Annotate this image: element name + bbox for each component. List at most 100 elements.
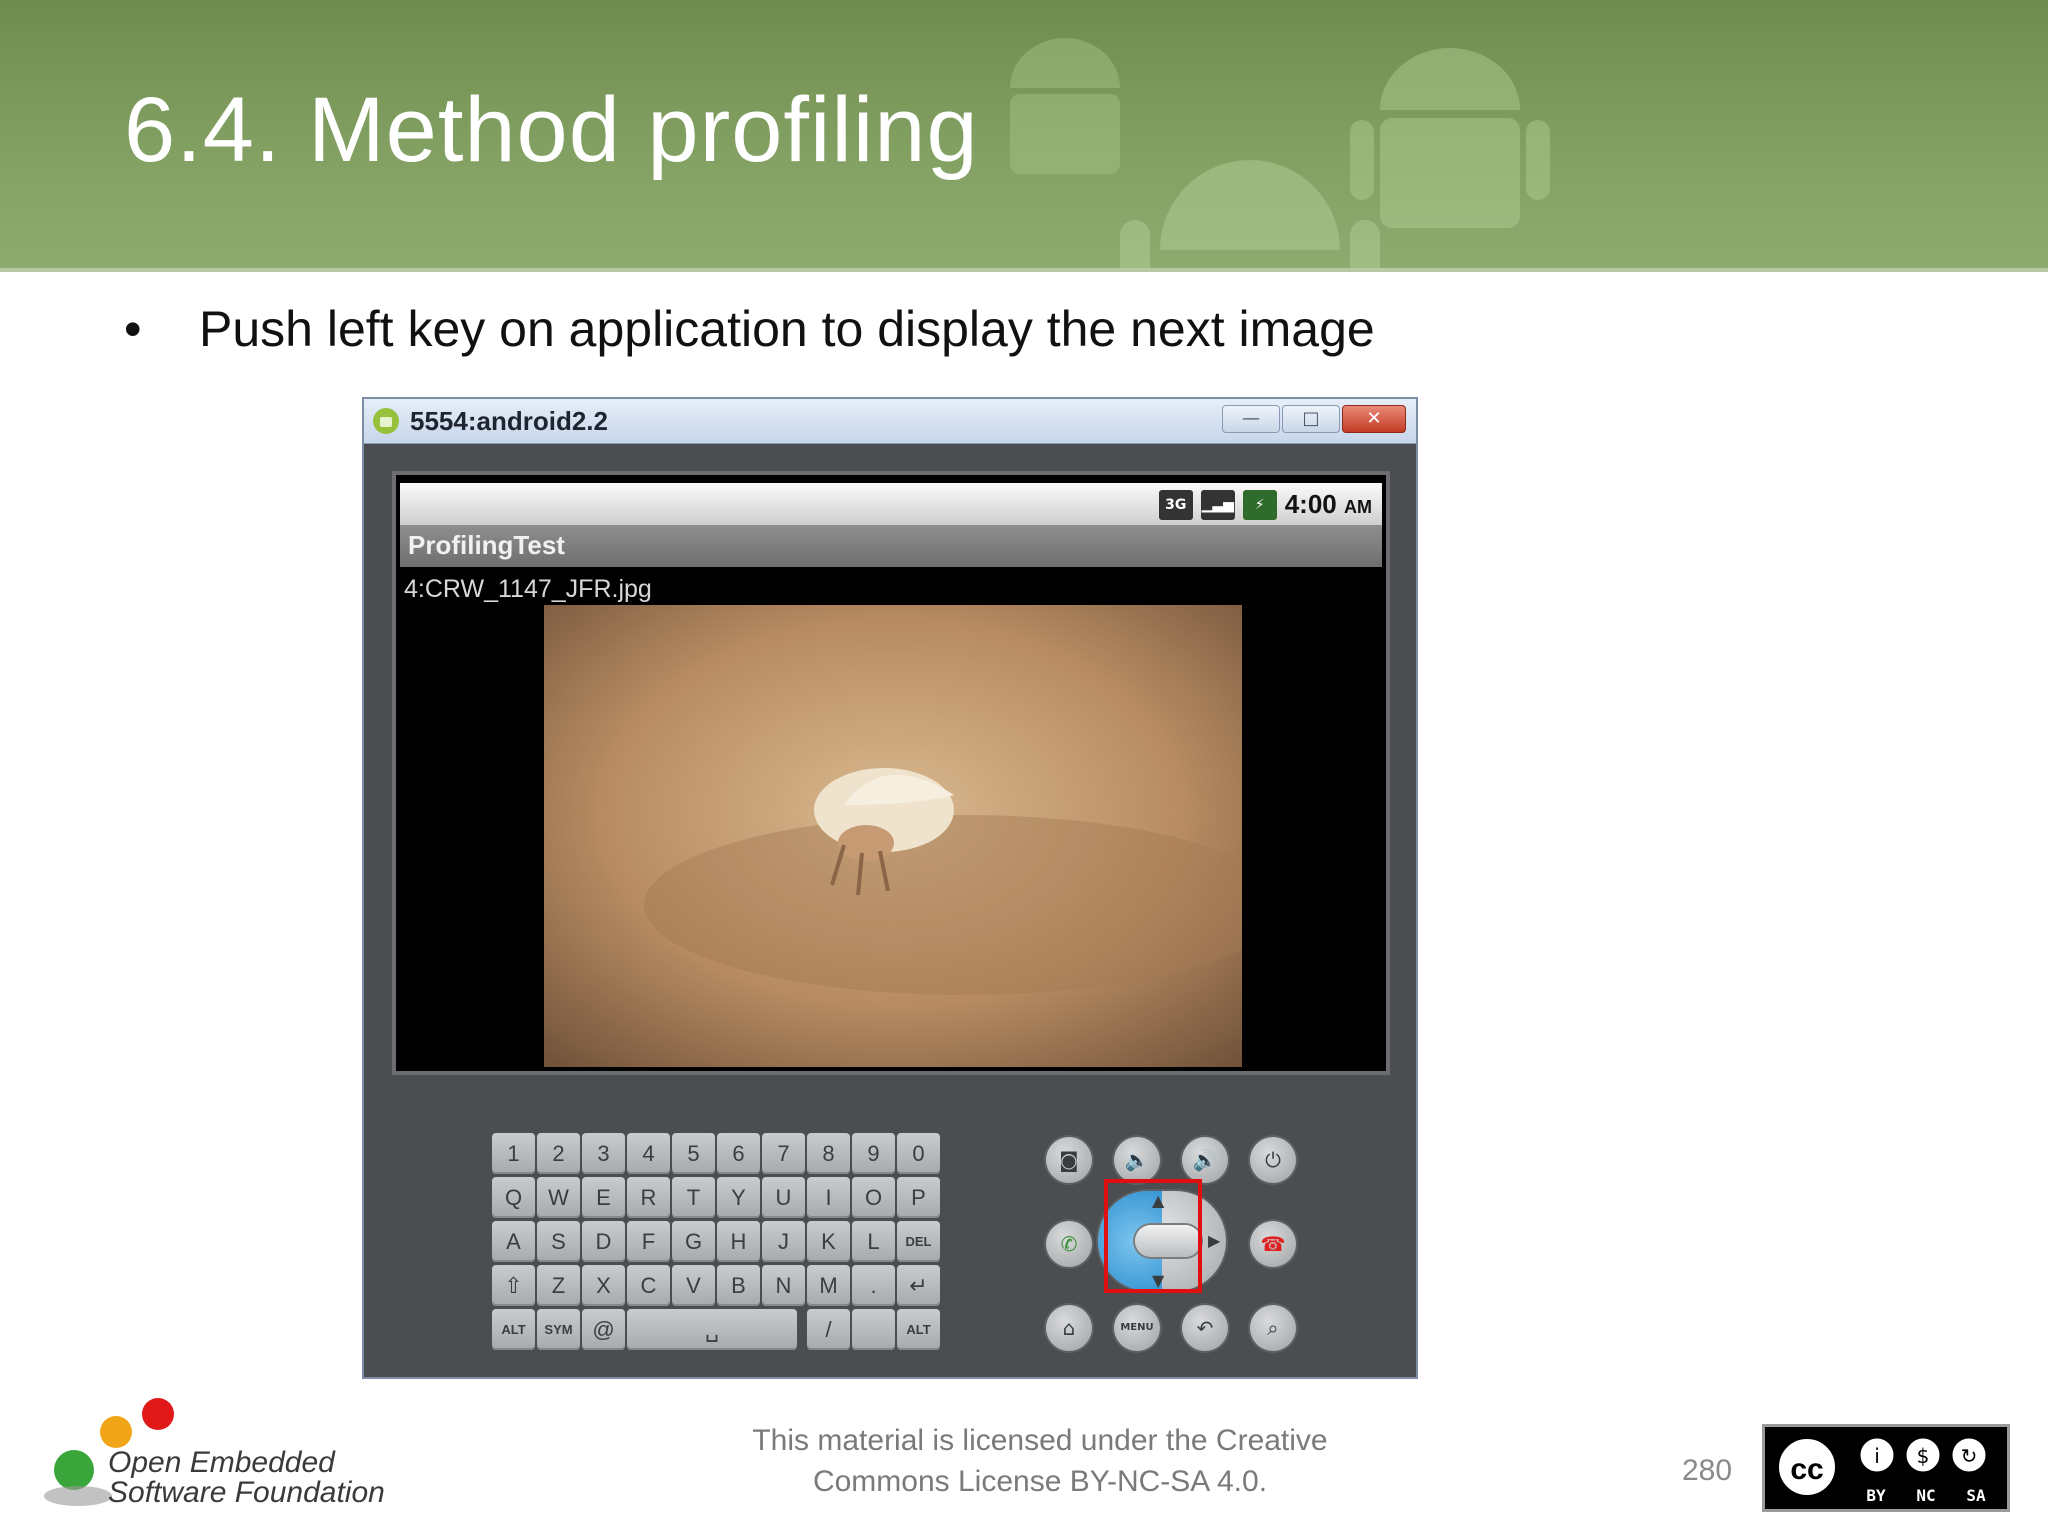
key[interactable]: ⇧ bbox=[492, 1265, 535, 1306]
android-robot-icon bbox=[1010, 38, 1120, 174]
key[interactable]: L bbox=[852, 1221, 895, 1262]
cc-sa-label: SA bbox=[1966, 1486, 1986, 1505]
emulator-controls: ◙ 🔈 🔊 ⏻ ✆ ▲ ▼ ▶ ☎ ⌂ MENU ↶ ⌕ bbox=[1032, 1129, 1352, 1359]
status-clock: 4:00 AM bbox=[1285, 489, 1372, 520]
android-robot-icon bbox=[1350, 48, 1550, 228]
header-banner: 6.4. Method profiling bbox=[0, 0, 2048, 272]
key-at[interactable]: @ bbox=[582, 1309, 625, 1350]
hang-up-icon: ☎ bbox=[1260, 1232, 1286, 1256]
key[interactable]: J bbox=[762, 1221, 805, 1262]
key[interactable]: A bbox=[492, 1221, 535, 1262]
phone-call-icon: ✆ bbox=[1060, 1232, 1078, 1256]
key-alt-right[interactable]: ALT bbox=[897, 1309, 940, 1350]
key[interactable]: 4 bbox=[627, 1133, 670, 1174]
key-slash[interactable]: / bbox=[807, 1309, 850, 1350]
svg-text:cc: cc bbox=[1790, 1453, 1823, 1486]
key[interactable]: P bbox=[897, 1177, 940, 1218]
back-button[interactable]: ↶ bbox=[1182, 1305, 1228, 1351]
cc-license-badge: cc i $ ↻ BY NC SA bbox=[1762, 1424, 2010, 1512]
key[interactable]: W bbox=[537, 1177, 580, 1218]
license-line-1: This material is licensed under the Crea… bbox=[752, 1424, 1328, 1457]
key-space[interactable] bbox=[852, 1309, 895, 1350]
device-screen[interactable]: 3G ▁▃▅ ⚡ 4:00 AM ProfilingTest 4:CRW_114… bbox=[392, 471, 1390, 1075]
page-number: 280 bbox=[1682, 1454, 1733, 1487]
app-name: ProfilingTest bbox=[408, 530, 565, 560]
key[interactable]: S bbox=[537, 1221, 580, 1262]
camera-icon: ◙ bbox=[1059, 1148, 1079, 1172]
oesf-logo-text: Open Embedded Software Foundation bbox=[108, 1448, 385, 1508]
search-button[interactable]: ⌕ bbox=[1250, 1305, 1296, 1351]
emulator-window: 5554:android2.2 — □ ✕ 3G ▁▃▅ ⚡ 4:00 AM P… bbox=[362, 397, 1418, 1379]
key[interactable]: Z bbox=[537, 1265, 580, 1306]
svg-text:$: $ bbox=[1917, 1444, 1930, 1468]
maximize-icon: □ bbox=[1302, 408, 1320, 429]
logo-line-1: Open Embedded bbox=[108, 1446, 335, 1479]
key[interactable]: 8 bbox=[807, 1133, 850, 1174]
network-3g-icon: 3G bbox=[1158, 489, 1193, 520]
cc-by-label: BY bbox=[1866, 1486, 1886, 1505]
key[interactable]: DEL bbox=[897, 1221, 940, 1262]
key[interactable]: 0 bbox=[897, 1133, 940, 1174]
key[interactable]: V bbox=[672, 1265, 715, 1306]
home-button[interactable]: ⌂ bbox=[1046, 1305, 1092, 1351]
window-titlebar[interactable]: 5554:android2.2 — □ ✕ bbox=[364, 399, 1416, 444]
bullet-dot: • bbox=[124, 301, 142, 357]
key-alt-left[interactable]: ALT bbox=[492, 1309, 535, 1350]
camera-button[interactable]: ◙ bbox=[1046, 1137, 1092, 1183]
key[interactable]: M bbox=[807, 1265, 850, 1306]
key[interactable]: N bbox=[762, 1265, 805, 1306]
clock-ampm: AM bbox=[1344, 497, 1372, 517]
key[interactable]: Y bbox=[717, 1177, 760, 1218]
key[interactable]: F bbox=[627, 1221, 670, 1262]
key[interactable]: I bbox=[807, 1177, 850, 1218]
search-icon: ⌕ bbox=[1267, 1316, 1279, 1340]
end-call-button[interactable]: ☎ bbox=[1250, 1221, 1296, 1267]
volume-down-icon: 🔈 bbox=[1124, 1148, 1150, 1172]
call-button[interactable]: ✆ bbox=[1046, 1221, 1092, 1267]
menu-button[interactable]: MENU bbox=[1114, 1305, 1160, 1351]
key[interactable]: 3 bbox=[582, 1133, 625, 1174]
dpad-right-arrow-icon[interactable]: ▶ bbox=[1208, 1231, 1220, 1250]
key[interactable]: E bbox=[582, 1177, 625, 1218]
volume-down-button[interactable]: 🔈 bbox=[1114, 1137, 1160, 1183]
key[interactable]: 7 bbox=[762, 1133, 805, 1174]
key[interactable]: D bbox=[582, 1221, 625, 1262]
bullet-text: Push left key on application to display … bbox=[199, 301, 1375, 357]
image-filename: 4:CRW_1147_JFR.jpg bbox=[404, 575, 652, 603]
key[interactable]: U bbox=[762, 1177, 805, 1218]
maximize-button[interactable]: □ bbox=[1282, 405, 1340, 433]
power-button[interactable]: ⏻ bbox=[1250, 1137, 1296, 1183]
close-button[interactable]: ✕ bbox=[1342, 405, 1406, 433]
key[interactable]: 6 bbox=[717, 1133, 760, 1174]
window-title: 5554:android2.2 bbox=[410, 406, 608, 436]
key[interactable]: K bbox=[807, 1221, 850, 1262]
cc-nc-label: NC bbox=[1916, 1486, 1936, 1505]
key[interactable]: . bbox=[852, 1265, 895, 1306]
key[interactable]: Q bbox=[492, 1177, 535, 1218]
key[interactable]: T bbox=[672, 1177, 715, 1218]
displayed-photo bbox=[544, 605, 1242, 1067]
key[interactable]: C bbox=[627, 1265, 670, 1306]
key[interactable]: O bbox=[852, 1177, 895, 1218]
key[interactable]: B bbox=[717, 1265, 760, 1306]
bullet-item: • Push left key on application to display… bbox=[124, 300, 1375, 358]
key[interactable]: 1 bbox=[492, 1133, 535, 1174]
battery-icon: ⚡ bbox=[1242, 489, 1277, 520]
key[interactable]: 9 bbox=[852, 1133, 895, 1174]
key[interactable]: ↵ bbox=[897, 1265, 940, 1306]
key-space[interactable]: ␣ bbox=[627, 1309, 797, 1350]
key[interactable]: H bbox=[717, 1221, 760, 1262]
key[interactable]: 5 bbox=[672, 1133, 715, 1174]
key[interactable]: 2 bbox=[537, 1133, 580, 1174]
key-sym[interactable]: SYM bbox=[537, 1309, 580, 1350]
minimize-icon: — bbox=[1242, 408, 1260, 429]
menu-label: MENU bbox=[1120, 1322, 1154, 1333]
key[interactable]: R bbox=[627, 1177, 670, 1218]
logo-line-2: Software Foundation bbox=[108, 1476, 385, 1509]
minimize-button[interactable]: — bbox=[1222, 405, 1280, 433]
key[interactable]: X bbox=[582, 1265, 625, 1306]
android-app-icon bbox=[373, 408, 399, 434]
power-icon: ⏻ bbox=[1265, 1148, 1281, 1172]
volume-up-button[interactable]: 🔊 bbox=[1182, 1137, 1228, 1183]
key[interactable]: G bbox=[672, 1221, 715, 1262]
